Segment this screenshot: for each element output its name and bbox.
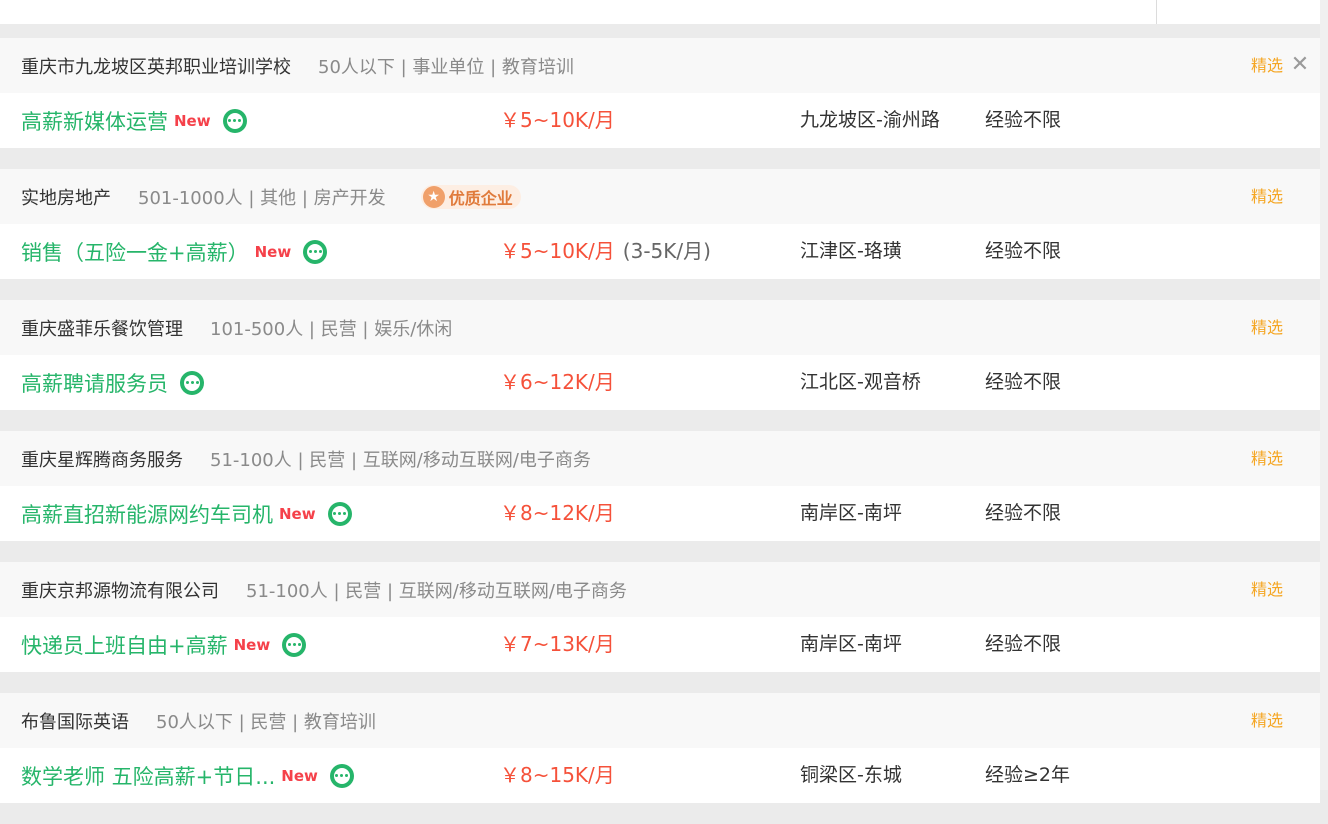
company-info: 51-100人 | 民营 | 互联网/移动互联网/电子商务: [210, 449, 591, 471]
chat-icon[interactable]: [329, 763, 354, 788]
job-row: 高薪聘请服务员 ￥6~12K/月 江北区-观音桥 经验不限: [0, 355, 1320, 410]
company-name[interactable]: 重庆市九龙坡区英邦职业培训学校: [21, 53, 291, 79]
featured-label: 精选: [1251, 318, 1284, 337]
star-icon: ★: [422, 185, 445, 208]
experience-requirement: 经验≥2年: [985, 764, 1071, 786]
job-title-link[interactable]: 快递员上班自由+高薪: [21, 630, 228, 660]
job-title-link[interactable]: 数学老师 五险高薪+节日...: [21, 761, 275, 791]
close-icon[interactable]: ✕: [1290, 54, 1310, 76]
company-name[interactable]: 重庆京邦源物流有限公司: [21, 577, 219, 603]
salary-range: ￥5~10K/月: [500, 108, 615, 132]
chat-icon[interactable]: [282, 632, 307, 657]
salary: ￥6~12K/月: [500, 355, 615, 410]
job-card[interactable]: 重庆星辉腾商务服务 51-100人 | 民营 | 互联网/移动互联网/电子商务 …: [0, 431, 1320, 541]
experience-requirement: 经验不限: [985, 371, 1062, 393]
badge-label: 优质企业: [448, 188, 513, 208]
salary-range: ￥8~15K/月: [500, 763, 615, 787]
quality-badge: ★ 优质企业: [420, 184, 521, 209]
featured-label: 精选: [1251, 711, 1284, 730]
job-card[interactable]: 实地房地产 501-1000人 | 其他 | 房产开发 ★ 优质企业 精选 销售…: [0, 169, 1320, 279]
chat-icon[interactable]: [327, 501, 352, 526]
new-badge: New: [281, 766, 318, 785]
job-location: 铜梁区-东城: [800, 764, 902, 786]
job-title-link[interactable]: 销售（五险一金+高薪）: [21, 237, 249, 267]
company-name[interactable]: 实地房地产: [21, 184, 111, 210]
job-location: 江津区-珞璜: [800, 240, 902, 262]
featured-label: 精选: [1251, 56, 1284, 75]
job-row: 销售（五险一金+高薪） New ￥5~10K/月 (3-5K/月) 江津区-珞璜 …: [0, 224, 1320, 279]
company-name[interactable]: 重庆盛菲乐餐饮管理: [21, 315, 183, 341]
experience-requirement: 经验不限: [985, 109, 1062, 131]
salary: ￥5~10K/月 (3-5K/月): [500, 224, 711, 279]
job-location: 九龙坡区-渝州路: [800, 109, 940, 131]
salary: ￥8~15K/月: [500, 748, 615, 803]
job-card[interactable]: 重庆京邦源物流有限公司 51-100人 | 民营 | 互联网/移动互联网/电子商…: [0, 562, 1320, 672]
job-list: 重庆市九龙坡区英邦职业培训学校 50人以下 | 事业单位 | 教育培训 ★ 精选…: [0, 38, 1320, 824]
new-badge: New: [174, 111, 211, 130]
company-info: 101-500人 | 民营 | 娱乐/休闲: [210, 318, 453, 340]
company-info: 50人以下 | 事业单位 | 教育培训: [318, 56, 574, 78]
chat-icon[interactable]: [222, 108, 247, 133]
company-row: 重庆星辉腾商务服务 51-100人 | 民营 | 互联网/移动互联网/电子商务 …: [0, 431, 1320, 486]
job-location: 江北区-观音桥: [800, 371, 921, 393]
company-row: 实地房地产 501-1000人 | 其他 | 房产开发 ★ 优质企业 精选: [0, 169, 1320, 224]
job-card[interactable]: 重庆盛菲乐餐饮管理 101-500人 | 民营 | 娱乐/休闲 ★ 精选 高薪聘…: [0, 300, 1320, 410]
salary-range: ￥5~10K/月: [500, 239, 615, 263]
company-info: 50人以下 | 民营 | 教育培训: [156, 711, 376, 733]
chat-icon[interactable]: [180, 370, 204, 395]
scrollbar[interactable]: [1320, 0, 1328, 790]
salary-range: ￥7~13K/月: [500, 632, 615, 656]
company-row: 重庆盛菲乐餐饮管理 101-500人 | 民营 | 娱乐/休闲 ★ 精选: [0, 300, 1320, 355]
job-location: 南岸区-南坪: [800, 502, 902, 524]
company-row: 重庆市九龙坡区英邦职业培训学校 50人以下 | 事业单位 | 教育培训 ★ 精选…: [0, 38, 1320, 93]
job-card[interactable]: 布鲁国际英语 50人以下 | 民营 | 教育培训 ★ 精选 数学老师 五险高薪+…: [0, 693, 1320, 803]
company-info: 501-1000人 | 其他 | 房产开发: [138, 187, 386, 209]
job-row: 快递员上班自由+高薪 New ￥7~13K/月 南岸区-南坪 经验不限: [0, 617, 1320, 672]
salary-range: ￥6~12K/月: [500, 370, 615, 394]
new-badge: New: [279, 504, 316, 523]
salary-range: ￥8~12K/月: [500, 501, 615, 525]
new-badge: New: [233, 635, 271, 654]
featured-label: 精选: [1251, 580, 1284, 599]
job-title-link[interactable]: 高薪直招新能源网约车司机: [21, 499, 273, 529]
salary: ￥8~12K/月: [500, 486, 615, 541]
new-badge: New: [254, 242, 292, 261]
featured-label: 精选: [1251, 449, 1284, 468]
top-partial-row: [0, 0, 1320, 24]
experience-requirement: 经验不限: [985, 633, 1062, 655]
job-title-link[interactable]: 高薪聘请服务员: [21, 368, 168, 398]
featured-label: 精选: [1251, 187, 1284, 206]
company-info: 51-100人 | 民营 | 互联网/移动互联网/电子商务: [246, 580, 627, 602]
salary-extra: (3-5K/月): [622, 239, 711, 263]
company-row: 布鲁国际英语 50人以下 | 民营 | 教育培训 ★ 精选: [0, 693, 1320, 748]
salary: ￥5~10K/月: [500, 93, 615, 148]
job-row: 高薪新媒体运营 New ￥5~10K/月 九龙坡区-渝州路 经验不限: [0, 93, 1320, 148]
salary: ￥7~13K/月: [500, 617, 615, 672]
job-location: 南岸区-南坪: [800, 633, 902, 655]
job-card[interactable]: 重庆市九龙坡区英邦职业培训学校 50人以下 | 事业单位 | 教育培训 ★ 精选…: [0, 38, 1320, 148]
job-title-link[interactable]: 高薪新媒体运营: [21, 106, 168, 136]
job-row: 高薪直招新能源网约车司机 New ￥8~12K/月 南岸区-南坪 经验不限: [0, 486, 1320, 541]
experience-requirement: 经验不限: [985, 502, 1062, 524]
experience-requirement: 经验不限: [985, 240, 1062, 262]
job-row: 数学老师 五险高薪+节日... New ￥8~15K/月 铜梁区-东城 经验≥2…: [0, 748, 1320, 803]
company-row: 重庆京邦源物流有限公司 51-100人 | 民营 | 互联网/移动互联网/电子商…: [0, 562, 1320, 617]
chat-icon[interactable]: [303, 239, 328, 264]
divider: [1156, 0, 1157, 24]
company-name[interactable]: 布鲁国际英语: [21, 708, 129, 734]
company-name[interactable]: 重庆星辉腾商务服务: [21, 446, 183, 472]
